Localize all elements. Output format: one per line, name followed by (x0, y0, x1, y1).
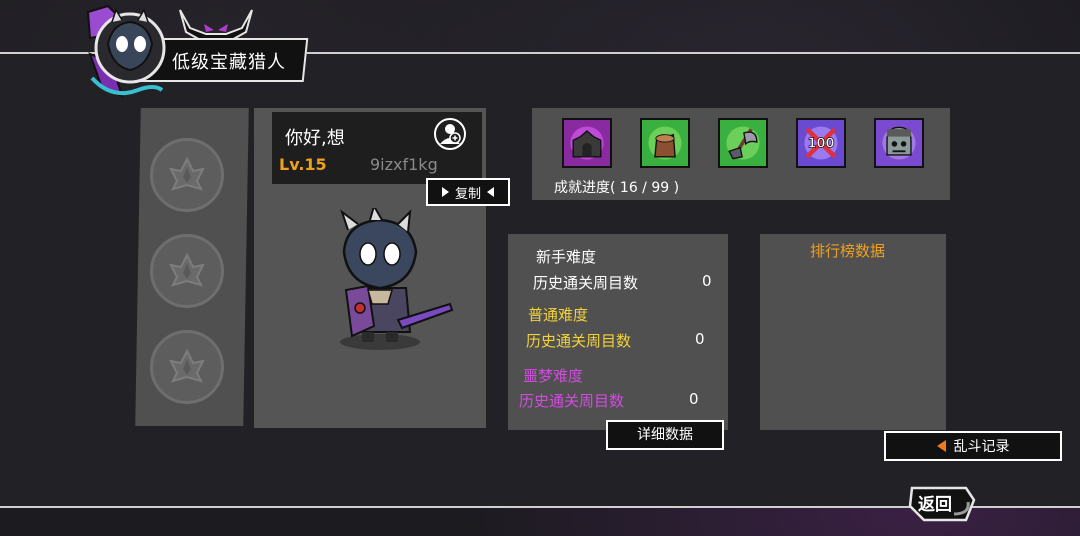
tree-stump-icon[interactable] (640, 118, 690, 168)
achievement-progress: 成就进度( 16 / 99 ) (554, 180, 680, 196)
page-title: 低级宝藏猎人 (172, 52, 286, 73)
detail-data-button[interactable]: 详细数据 (606, 420, 724, 450)
copy-button[interactable]: 复制 (426, 178, 510, 206)
back-label: 返回 (918, 495, 952, 515)
player-id: 9izxf1kg (370, 155, 438, 174)
arrow-left-icon (936, 440, 946, 452)
add-friend-icon (440, 124, 461, 144)
brawl-record-label: 乱斗记录 (953, 439, 1010, 455)
player-level: Lv.15 (279, 155, 327, 174)
novice-clears-value: 0 (702, 272, 712, 290)
novice-clears-label: 历史通关周目数 (533, 274, 639, 292)
normal-clears-value: 0 (695, 330, 705, 348)
leaderboard-title: 排行榜数据 (810, 242, 886, 260)
novice-difficulty-label: 新手难度 (536, 248, 597, 266)
arrow-left-icon (487, 187, 494, 197)
nightmare-clears-value: 0 (689, 390, 699, 408)
player-name: 你好,想 (285, 128, 345, 149)
lotus-emblem-icon (169, 156, 205, 191)
svg-text:100: 100 (808, 137, 835, 152)
normal-clears-label: 历史通关周目数 (526, 332, 632, 350)
profile-button[interactable] (434, 118, 466, 150)
equipment-slot-3[interactable] (150, 330, 224, 404)
nightmare-difficulty-label: 噩梦难度 (523, 367, 584, 385)
arrow-right-icon (441, 187, 449, 197)
axe-icon[interactable] (718, 118, 768, 168)
copy-label: 复制 (454, 186, 481, 202)
crossed-100-icon[interactable]: 100 (796, 118, 846, 168)
normal-difficulty-label: 普通难度 (528, 306, 589, 324)
equipment-slot-1[interactable] (150, 138, 224, 212)
brawl-record-button[interactable]: 乱斗记录 (884, 431, 1062, 461)
character-sprite (340, 208, 454, 350)
avatar[interactable] (82, 4, 166, 98)
nightmare-clears-label: 历史通关周目数 (519, 392, 625, 410)
zombie-head-icon[interactable] (874, 118, 924, 168)
equipment-slot-2[interactable] (150, 234, 224, 308)
leaderboard-panel (760, 234, 946, 430)
castle-gate-icon[interactable] (562, 118, 612, 168)
lotus-emblem-icon (169, 348, 205, 383)
lotus-emblem-icon (169, 252, 205, 287)
